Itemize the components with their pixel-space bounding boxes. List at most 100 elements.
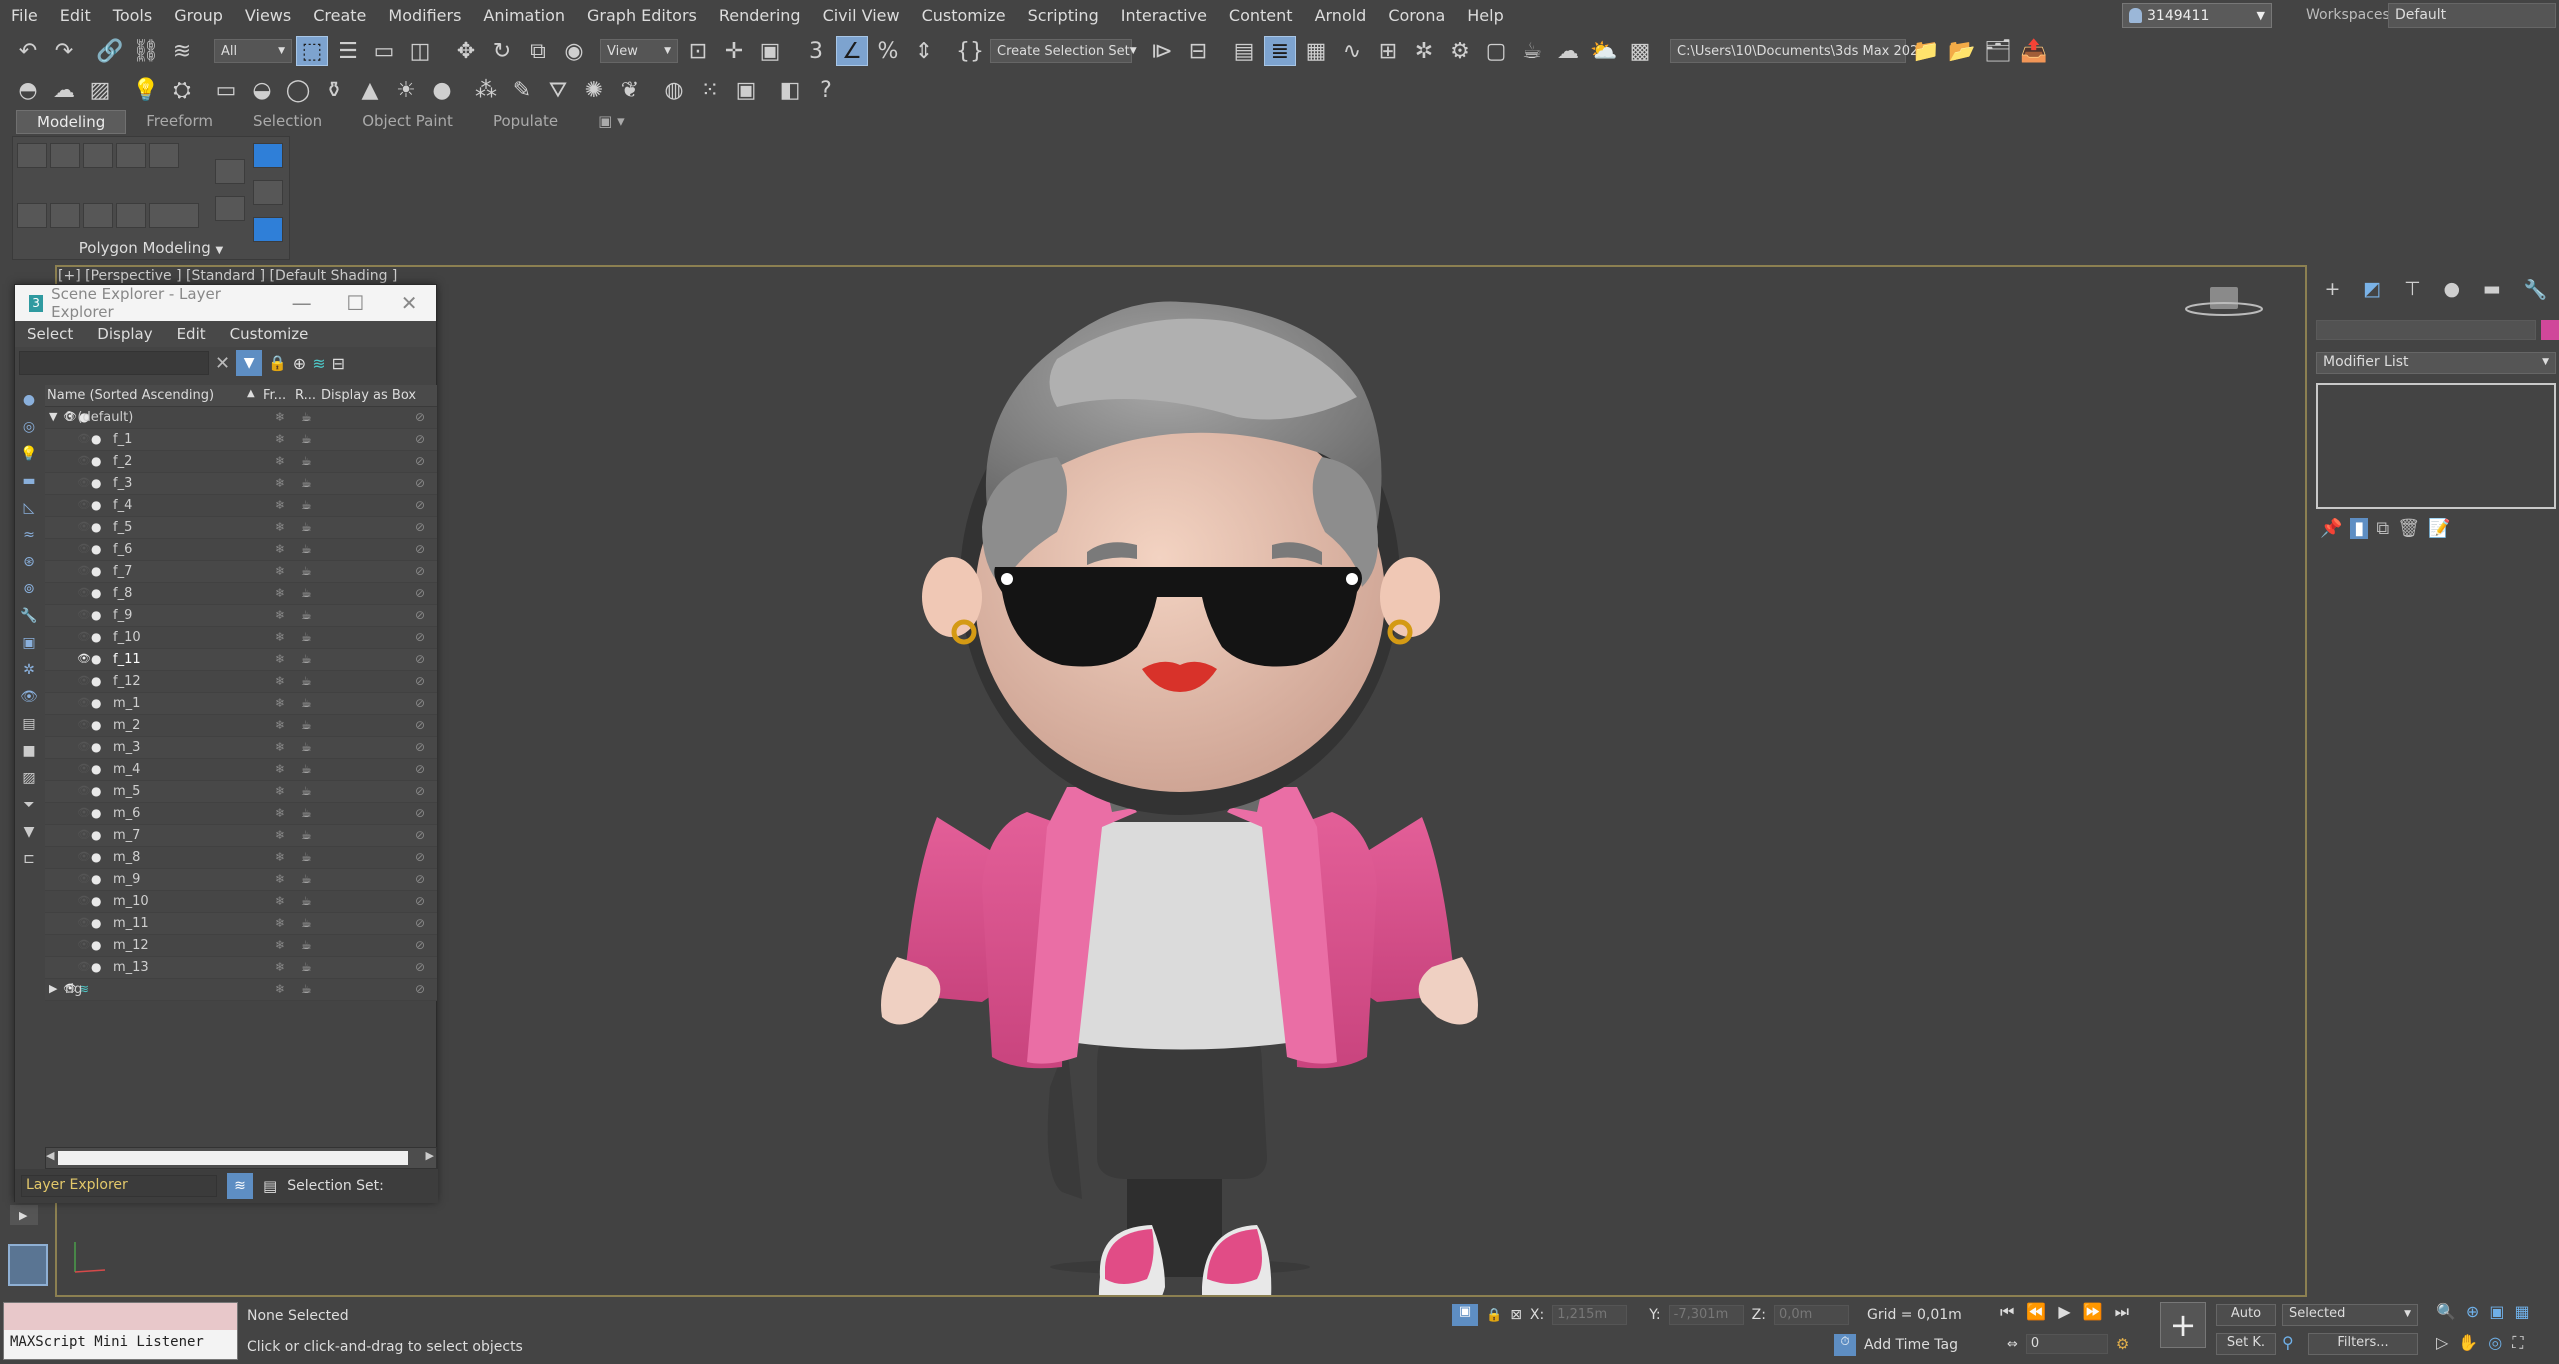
- visibility-eye-icon[interactable]: 👁: [77, 938, 91, 951]
- display-lights-icon[interactable]: 💡: [19, 446, 39, 466]
- display-box-icon[interactable]: ⊘: [415, 850, 425, 864]
- set-key-button[interactable]: Set K.: [2216, 1333, 2276, 1355]
- explorer-type-dropdown[interactable]: Layer Explorer: [21, 1175, 217, 1197]
- converter-icon[interactable]: ◧: [774, 75, 806, 105]
- window-crossing-icon[interactable]: ◫: [404, 36, 436, 66]
- layer-active-icon[interactable]: ●: [91, 938, 101, 952]
- freeze-snowflake-icon[interactable]: ❄: [275, 762, 285, 776]
- menu-scripting[interactable]: Scripting: [1017, 0, 1110, 31]
- display-box-icon[interactable]: ⊘: [415, 564, 425, 578]
- visibility-eye-icon[interactable]: 👁: [77, 608, 91, 621]
- display-xrefs-icon[interactable]: ⊚: [19, 581, 39, 601]
- current-frame-field[interactable]: 0: [2025, 1334, 2108, 1354]
- freeze-snowflake-icon[interactable]: ❄: [275, 806, 285, 820]
- freeze-snowflake-icon[interactable]: ❄: [275, 916, 285, 930]
- redo-icon[interactable]: ↷: [48, 36, 80, 66]
- frame-buffer-icon[interactable]: ▣: [730, 75, 762, 105]
- visibility-eye-icon[interactable]: 👁: [77, 960, 91, 973]
- bind-space-warp-icon[interactable]: ≋: [166, 36, 198, 66]
- menu-civil-view[interactable]: Civil View: [812, 0, 911, 31]
- layer-active-icon[interactable]: ●: [91, 784, 101, 798]
- toggle-scene-explorer-icon[interactable]: ▤: [1228, 36, 1260, 66]
- filters-button[interactable]: Filters...: [2308, 1333, 2418, 1355]
- freeze-snowflake-icon[interactable]: ❄: [275, 894, 285, 908]
- time-configuration-icon[interactable]: ⚙: [2116, 1335, 2129, 1353]
- menu-customize[interactable]: Customize: [911, 0, 1017, 31]
- display-frozen-icon[interactable]: ✲: [19, 662, 39, 682]
- layer-row[interactable]: 👁 ● m_8 ❄ ☕ ⊘: [45, 847, 437, 869]
- pin-stack-icon[interactable]: 📌: [2320, 518, 2342, 539]
- column-freeze[interactable]: Fr...: [263, 388, 286, 403]
- menu-edit[interactable]: Edit: [49, 0, 102, 31]
- layer-active-icon[interactable]: ●: [91, 740, 101, 754]
- layer-active-icon[interactable]: ●: [91, 498, 101, 512]
- material-sphere-icon[interactable]: ●: [426, 75, 458, 105]
- create-tab-icon[interactable]: +: [2324, 278, 2340, 301]
- display-all-icon[interactable]: ▤: [19, 716, 39, 736]
- visibility-eye-icon[interactable]: 👁: [77, 564, 91, 577]
- display-geometry-icon[interactable]: ●: [19, 392, 39, 412]
- align-icon[interactable]: ⊟: [1182, 36, 1214, 66]
- renderable-teapot-icon[interactable]: ☕: [301, 916, 312, 930]
- layer-active-icon[interactable]: ●: [91, 828, 101, 842]
- go-to-end-icon[interactable]: ⏭: [2115, 1302, 2129, 1322]
- visibility-eye-icon[interactable]: 👁: [77, 850, 91, 863]
- image-icon[interactable]: ▨: [84, 75, 116, 105]
- collapse-icon[interactable]: ▼: [49, 410, 57, 423]
- display-box-icon[interactable]: ⊘: [415, 608, 425, 622]
- freeze-snowflake-icon[interactable]: ❄: [275, 982, 285, 996]
- pivot-center-icon[interactable]: ⊡: [682, 36, 714, 66]
- cloud-icon[interactable]: ☁: [48, 75, 80, 105]
- layer-row[interactable]: 👁 ● f_4 ❄ ☕ ⊘: [45, 495, 437, 517]
- ribbon-collapse-button[interactable]: [83, 203, 113, 228]
- clear-search-icon[interactable]: ✕: [215, 353, 230, 374]
- freeze-snowflake-icon[interactable]: ❄: [275, 476, 285, 490]
- layer-row[interactable]: 👁 ● m_2 ❄ ☕ ⊘: [45, 715, 437, 737]
- select-object-icon[interactable]: ⬚: [296, 36, 328, 66]
- fur-icon[interactable]: ✺: [578, 75, 610, 105]
- visibility-eye-icon[interactable]: 👁: [77, 784, 91, 797]
- display-box-icon[interactable]: ⊘: [415, 806, 425, 820]
- renderable-teapot-icon[interactable]: ☕: [301, 740, 312, 754]
- orbit-icon[interactable]: ◎: [2488, 1333, 2502, 1353]
- menu-rendering[interactable]: Rendering: [708, 0, 812, 31]
- display-hidden-icon[interactable]: 👁: [19, 689, 39, 709]
- layer-row[interactable]: 👁 ● m_10 ❄ ☕ ⊘: [45, 891, 437, 913]
- scatter-icon[interactable]: ⁂: [470, 75, 502, 105]
- camera-icon[interactable]: ⛛: [542, 75, 574, 105]
- render-production-icon[interactable]: ☕: [1516, 36, 1548, 66]
- ribbon-attach-button[interactable]: [116, 203, 146, 228]
- layer-active-icon[interactable]: ●: [91, 894, 101, 908]
- display-none-icon[interactable]: ■: [19, 743, 39, 763]
- curve-editor-icon[interactable]: ∿: [1336, 36, 1368, 66]
- display-box-icon[interactable]: ⊘: [415, 718, 425, 732]
- renderable-teapot-icon[interactable]: ☕: [301, 674, 312, 688]
- set-key-icon[interactable]: +: [2160, 1302, 2206, 1348]
- sun-icon[interactable]: ☀: [390, 75, 422, 105]
- x-coordinate-field[interactable]: 1,215m: [1552, 1305, 1628, 1325]
- layer-row[interactable]: 👁 ● f_2 ❄ ☕ ⊘: [45, 451, 437, 473]
- ribbon-edge-button[interactable]: [50, 143, 80, 168]
- display-box-icon[interactable]: ⊘: [415, 872, 425, 886]
- snaps-toggle-icon[interactable]: 3: [800, 36, 832, 66]
- layer-row[interactable]: ▼ 👁 ● 0 (default) ❄ ☕ ⊘: [45, 407, 437, 429]
- layer-explorer-icon[interactable]: ≋: [227, 1173, 253, 1199]
- layer-active-icon[interactable]: ●: [91, 476, 101, 490]
- menu-content[interactable]: Content: [1218, 0, 1304, 31]
- freeze-snowflake-icon[interactable]: ❄: [275, 454, 285, 468]
- toggle-layer-explorer-icon[interactable]: ≣: [1264, 36, 1296, 66]
- expand-icon[interactable]: ▶: [49, 982, 57, 995]
- display-box-icon[interactable]: ⊘: [415, 960, 425, 974]
- layer-active-icon[interactable]: ●: [91, 520, 101, 534]
- display-box-icon[interactable]: ⊘: [415, 454, 425, 468]
- visibility-eye-icon[interactable]: 👁: [77, 520, 91, 533]
- freeze-snowflake-icon[interactable]: ❄: [275, 564, 285, 578]
- renderable-teapot-icon[interactable]: ☕: [301, 850, 312, 864]
- select-place-icon[interactable]: ◉: [558, 36, 590, 66]
- add-time-tag-label[interactable]: Add Time Tag: [1864, 1337, 1958, 1353]
- scroll-right-icon[interactable]: ▶: [426, 1149, 434, 1162]
- lock-icon[interactable]: 🔒: [268, 354, 287, 372]
- layer-active-icon[interactable]: ●: [91, 696, 101, 710]
- modifier-stack[interactable]: [2316, 383, 2556, 509]
- add-to-layer-icon[interactable]: ≋: [312, 354, 325, 373]
